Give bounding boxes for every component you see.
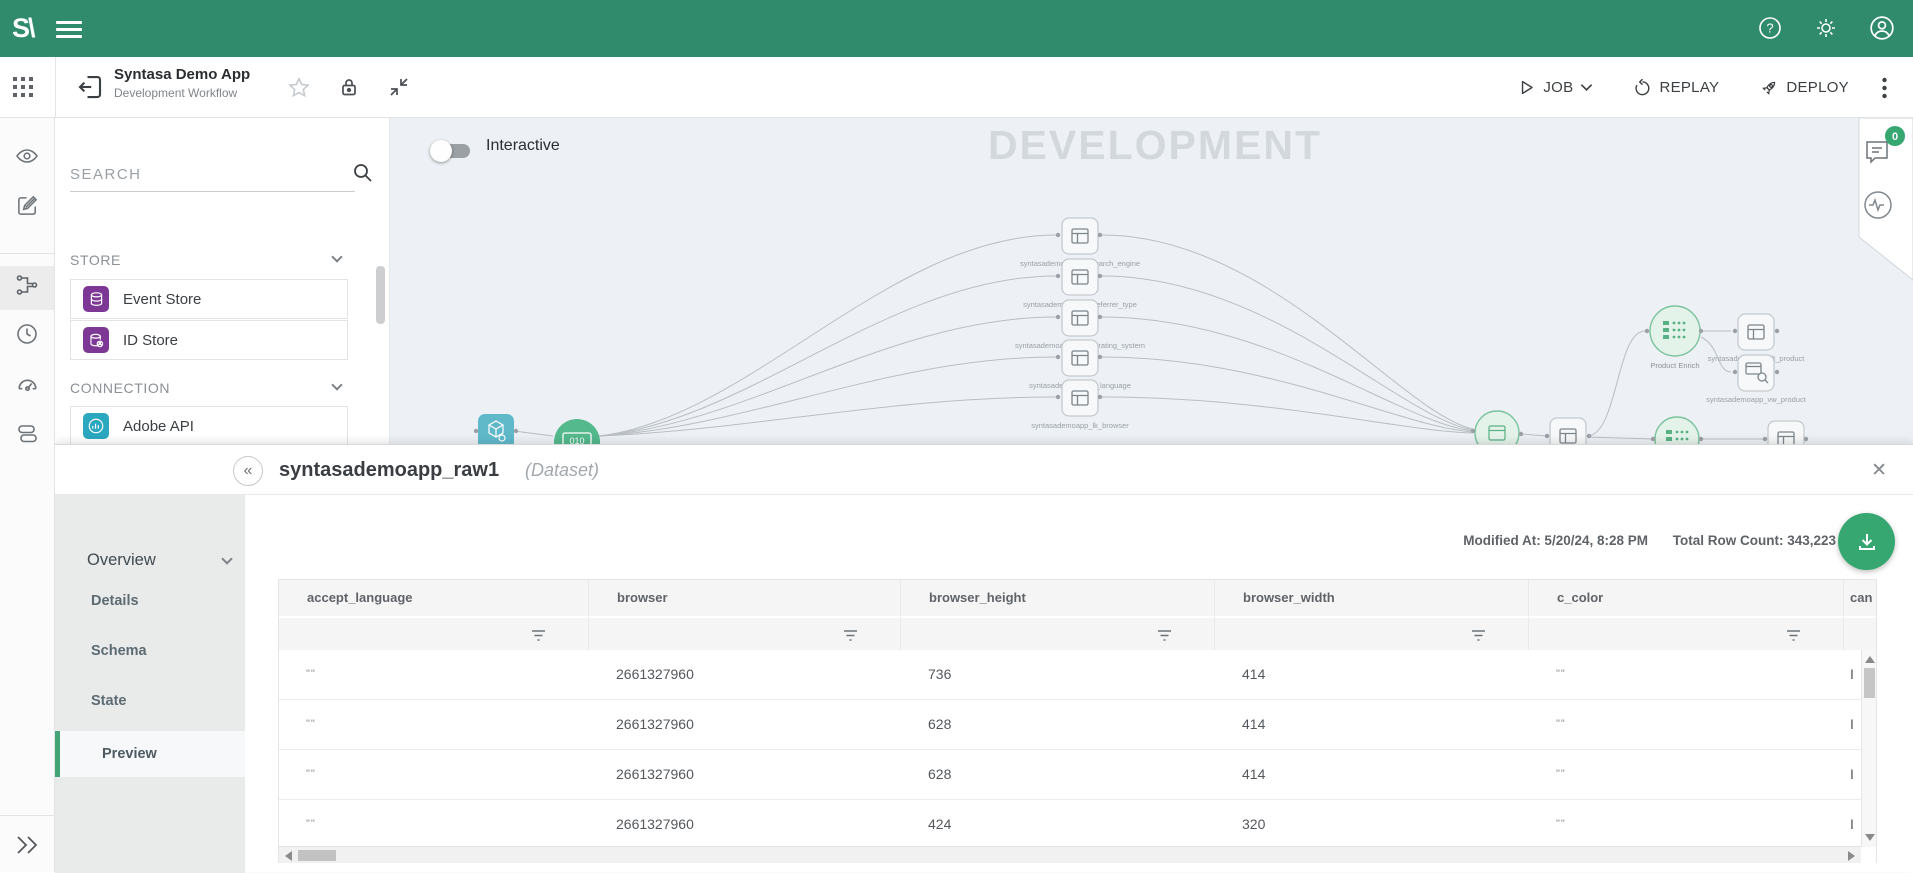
connection-section-header: CONNECTION <box>70 380 170 396</box>
adobe-api-icon <box>83 413 109 439</box>
palette-item-id-store[interactable]: ID Store <box>70 320 348 360</box>
top-app-bar: S\ ? <box>0 0 1913 57</box>
sheet-side-nav: Overview Details Schema State Preview <box>55 495 245 873</box>
nav-item-preview: Preview <box>102 746 157 762</box>
job-button[interactable]: JOB <box>1503 68 1607 108</box>
search-icon[interactable] <box>352 162 374 184</box>
column-header[interactable]: browser_height <box>901 580 1215 616</box>
exit-workflow-icon[interactable] <box>75 72 105 102</box>
table-body: ""2661327960 736414 ""I ""2661327960 628… <box>279 650 1876 847</box>
play-icon <box>1517 78 1536 97</box>
column-filter[interactable] <box>1844 616 1876 650</box>
svg-text:0: 0 <box>1892 131 1898 143</box>
table-row[interactable]: ""2661327960 628414 ""I <box>279 750 1876 800</box>
column-header[interactable]: browser_width <box>1215 580 1529 616</box>
palette-item-adobe-api[interactable]: Adobe API <box>70 406 348 446</box>
nav-item-state[interactable]: State <box>91 693 126 709</box>
rocket-icon <box>1759 78 1779 98</box>
table-row[interactable]: ""2661327960 736414 ""I <box>279 650 1876 700</box>
interactive-toggle-label: Interactive <box>486 137 560 155</box>
svg-text:?: ? <box>1766 21 1773 36</box>
database-storage-icon[interactable] <box>12 419 42 449</box>
scroll-up-icon[interactable] <box>1865 656 1875 663</box>
chevron-down-icon <box>1580 83 1593 92</box>
horizontal-scrollbar[interactable] <box>279 846 1861 863</box>
search-input[interactable] <box>70 162 355 192</box>
settings-gear-icon[interactable] <box>1811 13 1841 43</box>
scroll-down-icon[interactable] <box>1865 834 1875 841</box>
dashboard-gauge-icon[interactable] <box>12 369 42 399</box>
vertical-scroll-thumb[interactable] <box>1864 668 1875 698</box>
close-sheet-icon[interactable]: ✕ <box>1871 459 1887 482</box>
column-filter[interactable] <box>279 616 589 650</box>
favorite-star-icon[interactable] <box>286 75 312 101</box>
workflow-subtitle: Development Workflow <box>114 86 250 100</box>
environment-watermark: DEVELOPMENT <box>860 122 1450 169</box>
left-icon-rail <box>0 118 55 872</box>
column-filter[interactable] <box>589 616 901 650</box>
column-header[interactable]: can <box>1844 580 1876 616</box>
table-header-row: accept_language browser browser_height b… <box>279 580 1876 616</box>
scroll-left-icon[interactable] <box>285 851 292 861</box>
id-store-database-icon <box>83 327 109 353</box>
horizontal-scroll-thumb[interactable] <box>298 850 336 861</box>
palette-item-event-store[interactable]: Event Store <box>70 279 348 319</box>
app-launcher-icon[interactable] <box>12 76 34 98</box>
node-product-enrich[interactable]: Product Enrich <box>1645 306 1703 370</box>
overview-chevron-icon <box>221 553 232 564</box>
hamburger-menu-icon[interactable] <box>56 17 82 39</box>
workflow-graph-icon[interactable] <box>12 270 42 300</box>
replay-button[interactable]: REPLAY <box>1619 68 1733 108</box>
edit-icon[interactable] <box>12 190 42 220</box>
download-button[interactable] <box>1838 513 1895 570</box>
expand-panel-icon[interactable] <box>12 830 42 860</box>
account-icon[interactable] <box>1867 13 1897 43</box>
svg-text:syntasademoapp_lk_browser: syntasademoapp_lk_browser <box>1031 421 1129 430</box>
column-filter[interactable] <box>1215 616 1529 650</box>
replay-icon <box>1633 78 1652 97</box>
more-options-icon[interactable] <box>1875 75 1893 101</box>
deploy-button[interactable]: DEPLOY <box>1745 68 1863 108</box>
vertical-scrollbar[interactable] <box>1861 650 1876 847</box>
lock-icon[interactable] <box>337 75 363 101</box>
view-eye-icon[interactable] <box>12 141 42 171</box>
notes-badge: 0 <box>1885 126 1905 146</box>
column-header[interactable]: browser <box>589 580 901 616</box>
store-collapse-chevron-icon[interactable] <box>331 251 342 262</box>
scroll-right-icon[interactable] <box>1848 851 1855 861</box>
history-clock-icon[interactable] <box>12 319 42 349</box>
table-row[interactable]: ""2661327960 424320 ""I <box>279 800 1876 847</box>
dataset-type-label: (Dataset) <box>525 460 599 481</box>
svg-text:syntasademoapp_vw_product: syntasademoapp_vw_product <box>1706 395 1807 404</box>
nav-item-details[interactable]: Details <box>91 593 139 609</box>
column-filter[interactable] <box>901 616 1215 650</box>
event-store-database-icon <box>83 286 109 312</box>
nav-item-preview-selected[interactable]: Preview <box>55 731 245 777</box>
help-icon[interactable]: ? <box>1755 13 1785 43</box>
store-section-header: STORE <box>70 252 121 268</box>
workflow-toolbar: Syntasa Demo App Development Workflow In… <box>0 57 1913 118</box>
dataset-detail-sheet: « syntasademoapp_raw1 (Dataset) ✕ Overvi… <box>55 444 1913 872</box>
sheet-header: « syntasademoapp_raw1 (Dataset) ✕ <box>55 445 1913 495</box>
table-row[interactable]: ""2661327960 628414 ""I <box>279 700 1876 750</box>
column-header[interactable]: c_color <box>1529 580 1844 616</box>
connection-collapse-chevron-icon[interactable] <box>331 379 342 390</box>
workflow-title: Syntasa Demo App <box>114 66 250 83</box>
activity-pulse-icon[interactable] <box>1865 192 1891 218</box>
collapse-sheet-button[interactable]: « <box>233 456 263 486</box>
preview-table: accept_language browser browser_height b… <box>278 579 1877 863</box>
nav-overview[interactable]: Overview <box>87 551 156 570</box>
column-header[interactable]: accept_language <box>279 580 589 616</box>
modified-at-label: Modified At: 5/20/24, 8:28 PM <box>1463 533 1648 548</box>
collapse-icon[interactable] <box>387 75 413 101</box>
interactive-toggle[interactable] <box>432 143 472 159</box>
dataset-title: syntasademoapp_raw1 <box>279 459 499 482</box>
table-filter-row <box>279 616 1876 650</box>
column-filter[interactable] <box>1529 616 1844 650</box>
palette-scrollbar[interactable] <box>376 266 385 324</box>
svg-text:Product Enrich: Product Enrich <box>1650 361 1699 370</box>
syntasa-logo: S\ <box>12 13 34 44</box>
row-count-label: Total Row Count: 343,223 <box>1673 533 1836 548</box>
nav-item-schema[interactable]: Schema <box>91 643 147 659</box>
